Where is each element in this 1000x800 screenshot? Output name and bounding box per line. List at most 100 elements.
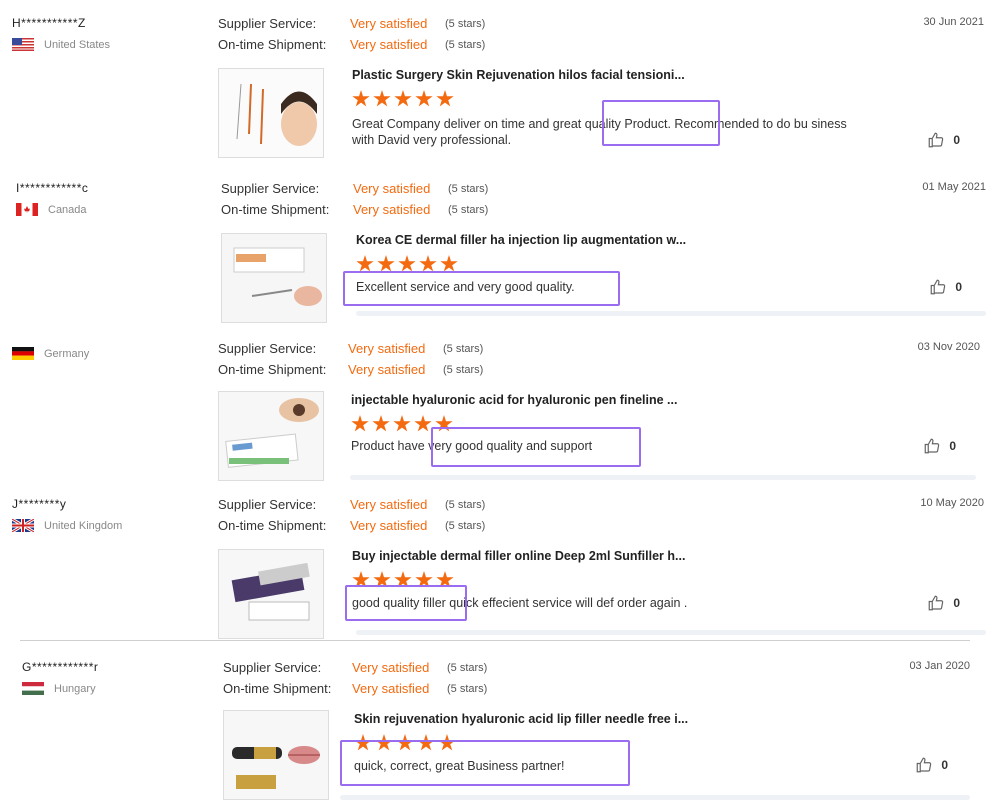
supplier-rating-text: Very satisfied xyxy=(350,16,428,31)
product-title[interactable]: injectable hyaluronic acid for hyaluroni… xyxy=(351,393,677,407)
supplier-rating-text: Very satisfied xyxy=(352,660,430,675)
shipment-stars-count: (5 stars) xyxy=(447,683,488,695)
like-button[interactable]: 0 xyxy=(927,131,960,149)
highlight-box xyxy=(343,271,620,306)
buyer-name: I************c xyxy=(16,181,89,195)
buyer-country: Hungary xyxy=(22,682,96,695)
country-name: Germany xyxy=(44,347,90,360)
product-thumbnail[interactable] xyxy=(223,710,329,800)
shipment-stars-count: (5 stars) xyxy=(445,520,486,532)
star-rating xyxy=(352,90,454,108)
supplier-service-label: Supplier Service: xyxy=(218,497,317,512)
ontime-shipment-label: On-time Shipment: xyxy=(218,518,327,533)
product-title[interactable]: Skin rejuvenation hyaluronic acid lip fi… xyxy=(354,712,688,726)
flag-ca-icon xyxy=(16,203,38,216)
review-date: 03 Jan 2020 xyxy=(909,660,970,672)
review-date: 01 May 2021 xyxy=(922,181,986,193)
review-date: 10 May 2020 xyxy=(920,497,984,509)
supplier-service-label: Supplier Service: xyxy=(223,660,322,675)
review-item: H***********Z United States Supplier Ser… xyxy=(0,0,1000,160)
buyer-name: H***********Z xyxy=(12,16,86,30)
star-icon xyxy=(393,415,411,432)
like-count: 0 xyxy=(953,596,960,610)
product-thumbnail[interactable] xyxy=(218,391,324,481)
product-thumbnail[interactable] xyxy=(218,549,324,639)
review-item: J********y United Kingdom Supplier Servi… xyxy=(0,481,1000,641)
buyer-country: United States xyxy=(12,38,110,51)
supplier-service-label: Supplier Service: xyxy=(218,16,317,31)
star-icon xyxy=(373,90,391,107)
country-name: United States xyxy=(44,38,111,51)
product-title[interactable]: Buy injectable dermal filler online Deep… xyxy=(352,549,685,563)
supplier-stars-count: (5 stars) xyxy=(445,18,486,30)
like-button[interactable]: 0 xyxy=(915,756,948,774)
review-item: Germany Supplier Service: On-time Shipme… xyxy=(0,325,1000,485)
review-item: I************c Canada Supplier Service: … xyxy=(0,165,1000,325)
section-divider xyxy=(20,640,970,641)
flag-uk-icon xyxy=(12,519,34,532)
product-thumbnail[interactable] xyxy=(218,68,324,158)
supplier-rating-text: Very satisfied xyxy=(348,341,426,356)
thumbs-up-icon xyxy=(916,757,932,773)
scroll-bar xyxy=(356,630,986,635)
shipment-rating-text: Very satisfied xyxy=(348,362,426,377)
supplier-stars-count: (5 stars) xyxy=(443,343,484,355)
like-count: 0 xyxy=(941,758,948,772)
scroll-bar xyxy=(350,475,976,480)
star-icon xyxy=(394,90,412,107)
supplier-service-label: Supplier Service: xyxy=(221,181,320,196)
ontime-shipment-label: On-time Shipment: xyxy=(223,681,332,696)
flag-us-icon xyxy=(12,38,34,51)
star-icon xyxy=(351,415,369,432)
product-title[interactable]: Korea CE dermal filler ha injection lip … xyxy=(356,233,686,247)
highlight-box xyxy=(431,427,641,467)
ontime-shipment-label: On-time Shipment: xyxy=(221,202,330,217)
supplier-rating-text: Very satisfied xyxy=(350,497,428,512)
shipment-rating-text: Very satisfied xyxy=(353,202,431,217)
buyer-country: Germany xyxy=(12,347,89,360)
country-name: United Kingdom xyxy=(44,519,123,532)
country-name: Hungary xyxy=(54,682,96,695)
buyer-country: United Kingdom xyxy=(12,519,122,532)
scroll-bar xyxy=(356,311,986,316)
shipment-stars-count: (5 stars) xyxy=(448,204,489,216)
review-date: 03 Nov 2020 xyxy=(917,341,980,353)
buyer-country: Canada xyxy=(16,203,87,216)
ontime-shipment-label: On-time Shipment: xyxy=(218,362,327,377)
country-name: Canada xyxy=(48,203,87,216)
flag-hu-icon xyxy=(22,682,44,695)
review-date: 30 Jun 2021 xyxy=(923,16,984,28)
shipment-rating-text: Very satisfied xyxy=(350,518,428,533)
buyer-name: J********y xyxy=(12,497,67,511)
like-button[interactable]: 0 xyxy=(923,437,956,455)
thumbs-up-icon xyxy=(924,438,940,454)
product-thumbnail[interactable] xyxy=(221,233,327,323)
like-button[interactable]: 0 xyxy=(929,278,962,296)
star-icon xyxy=(372,415,390,432)
product-title[interactable]: Plastic Surgery Skin Rejuvenation hilos … xyxy=(352,68,685,82)
supplier-stars-count: (5 stars) xyxy=(448,183,489,195)
ontime-shipment-label: On-time Shipment: xyxy=(218,37,327,52)
supplier-stars-count: (5 stars) xyxy=(447,662,488,674)
thumbs-up-icon xyxy=(928,132,944,148)
like-count: 0 xyxy=(953,133,960,147)
like-count: 0 xyxy=(955,280,962,294)
like-count: 0 xyxy=(949,439,956,453)
star-icon xyxy=(414,415,432,432)
shipment-stars-count: (5 stars) xyxy=(445,39,486,51)
highlight-box xyxy=(340,740,630,786)
star-icon xyxy=(352,90,370,107)
star-icon xyxy=(436,90,454,107)
scroll-bar xyxy=(340,795,970,800)
highlight-box xyxy=(602,100,720,146)
like-button[interactable]: 0 xyxy=(927,594,960,612)
supplier-service-label: Supplier Service: xyxy=(218,341,317,356)
review-item: G************r Hungary Supplier Service:… xyxy=(0,644,1000,800)
shipment-rating-text: Very satisfied xyxy=(352,681,430,696)
thumbs-up-icon xyxy=(928,595,944,611)
star-icon xyxy=(415,90,433,107)
shipment-stars-count: (5 stars) xyxy=(443,364,484,376)
supplier-stars-count: (5 stars) xyxy=(445,499,486,511)
highlight-box xyxy=(345,585,467,621)
buyer-name: G************r xyxy=(22,660,99,674)
